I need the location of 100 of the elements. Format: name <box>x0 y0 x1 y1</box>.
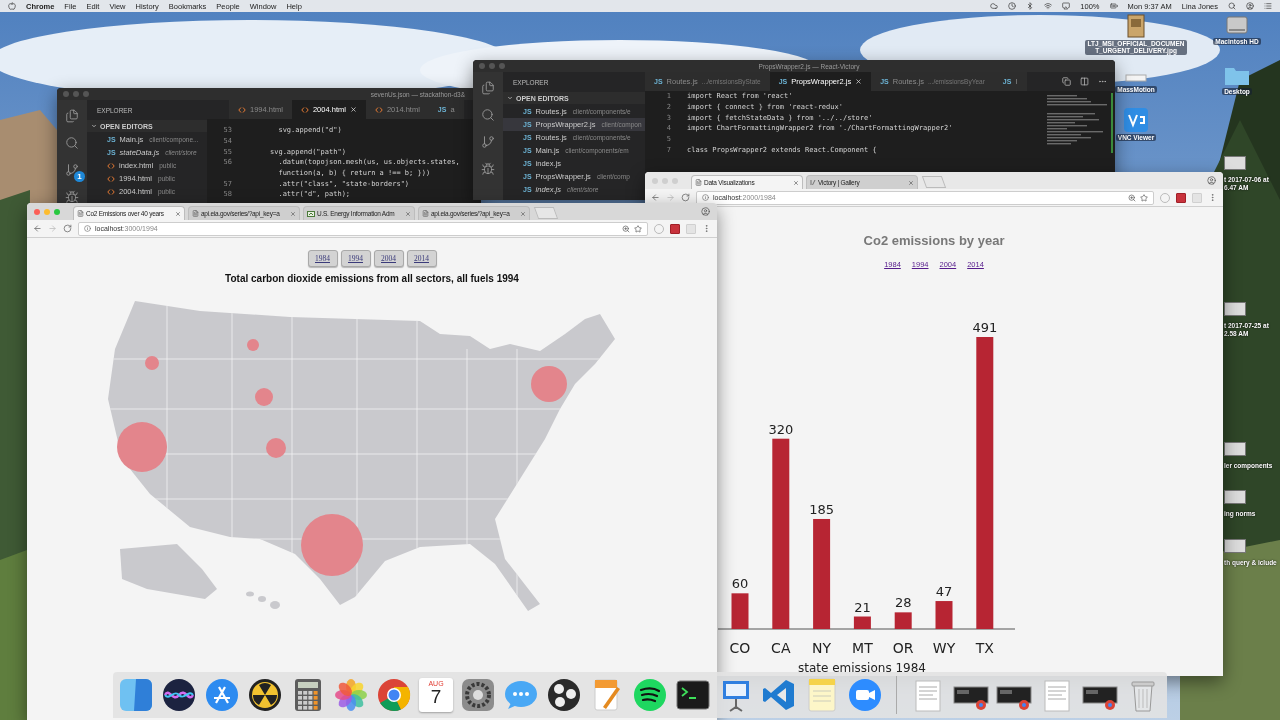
page-icon <box>77 210 84 217</box>
category-label: CA <box>771 640 791 656</box>
page-icon <box>695 179 702 186</box>
voice-assistant-icon[interactable] <box>161 677 197 713</box>
image-file-icon[interactable] <box>1127 14 1145 38</box>
info-icon <box>84 225 91 232</box>
wifi-icon[interactable] <box>1044 2 1053 10</box>
sound-waves-icon[interactable] <box>632 677 668 713</box>
bar <box>935 601 953 629</box>
page-heading: Co2 emissions by year <box>863 233 1005 248</box>
extension-icon[interactable] <box>670 223 680 234</box>
search-icon[interactable] <box>481 108 495 122</box>
apple-icon[interactable] <box>8 2 16 10</box>
extension-icon[interactable] <box>1176 192 1186 203</box>
bar <box>894 612 912 629</box>
more-icon[interactable] <box>1098 77 1107 86</box>
close-icon[interactable] <box>349 106 357 113</box>
category-label: NY <box>812 640 832 656</box>
zoom-button[interactable] <box>83 91 89 97</box>
category-label: WY <box>932 640 956 656</box>
category-label: TX <box>975 640 994 656</box>
files-icon[interactable] <box>65 109 79 123</box>
gear-icon[interactable] <box>460 677 496 713</box>
profile-icon[interactable] <box>1207 176 1216 185</box>
info-icon <box>702 194 709 201</box>
file-manager-icon[interactable] <box>118 677 154 713</box>
cloud-icon[interactable] <box>990 2 999 10</box>
page-heading: Total carbon dioxide emissions from all sectors, all fuels 1994 <box>225 273 519 284</box>
app-icon[interactable] <box>1125 72 1147 84</box>
value-label: 21 <box>854 599 871 615</box>
caret-icon <box>91 123 97 129</box>
menu-icon[interactable] <box>1264 2 1272 10</box>
file-thumbnail[interactable] <box>1224 156 1246 170</box>
branch-icon[interactable] <box>481 135 495 149</box>
star-icon[interactable] <box>634 224 642 233</box>
reload-icon[interactable] <box>63 224 72 233</box>
back-icon[interactable] <box>651 193 660 202</box>
search-icon[interactable] <box>65 136 79 150</box>
category-label: CO <box>729 640 751 656</box>
close-button[interactable] <box>34 208 40 215</box>
split-editor-icon[interactable] <box>1080 77 1089 86</box>
value-label: 28 <box>894 595 912 611</box>
more-icon[interactable] <box>1208 193 1217 202</box>
branch-icon[interactable] <box>65 163 79 177</box>
battery-icon[interactable] <box>1109 2 1118 10</box>
compare-icon[interactable] <box>1062 77 1071 86</box>
radiation-icon[interactable] <box>247 677 283 713</box>
code-icon <box>107 188 115 195</box>
bar <box>731 593 749 629</box>
minimize-button[interactable] <box>73 91 79 97</box>
site-icon <box>307 210 315 217</box>
video-camera-icon[interactable] <box>847 677 883 713</box>
code-icon <box>374 106 383 113</box>
reload-icon[interactable] <box>681 193 690 202</box>
more-icon[interactable] <box>702 224 711 233</box>
back-icon[interactable] <box>33 224 42 233</box>
close-button[interactable] <box>479 63 485 69</box>
code-icon <box>300 106 309 113</box>
bug-icon[interactable] <box>65 190 79 204</box>
file-thumbnail[interactable] <box>1224 302 1246 316</box>
search-icon[interactable] <box>1228 2 1236 10</box>
file-thumbnail[interactable] <box>1224 442 1246 456</box>
profile-icon[interactable] <box>701 207 710 216</box>
airplay-icon[interactable] <box>1062 2 1071 10</box>
browser-icon[interactable] <box>376 677 412 713</box>
file-thumbnail[interactable] <box>1224 490 1246 504</box>
bluetooth-icon[interactable] <box>1026 2 1035 10</box>
calendar-day: 7 <box>430 687 442 706</box>
value-label: 60 <box>731 576 749 592</box>
profile-icon[interactable] <box>1246 2 1254 10</box>
clock-icon[interactable] <box>1008 2 1017 10</box>
terminal-icon[interactable] <box>675 677 711 713</box>
app-store-icon[interactable] <box>204 677 240 713</box>
flower-icon[interactable] <box>333 677 369 713</box>
star-icon[interactable] <box>1140 193 1148 202</box>
value-label: 491 <box>972 320 998 335</box>
value-label: 47 <box>935 584 953 600</box>
hard-drive-icon[interactable] <box>1225 14 1249 36</box>
value-label: 320 <box>768 421 794 437</box>
zoom-icon[interactable] <box>1128 193 1136 202</box>
minimize-button[interactable] <box>489 63 495 69</box>
three-circles-icon[interactable] <box>546 677 582 713</box>
remote-viewer-icon[interactable] <box>1124 108 1148 132</box>
files-icon[interactable] <box>481 81 495 95</box>
page-icon <box>192 210 199 217</box>
bar <box>853 616 871 629</box>
value-label: 185 <box>809 502 834 517</box>
slash-mark-icon <box>810 179 816 186</box>
category-label: OR <box>892 640 914 656</box>
file-thumbnail[interactable] <box>1224 539 1246 553</box>
code-icon <box>107 162 115 169</box>
zoom-icon[interactable] <box>622 224 630 233</box>
caret-icon <box>507 95 513 101</box>
zoom-button[interactable] <box>499 63 505 69</box>
category-label: MT <box>852 640 873 656</box>
close-icon[interactable] <box>855 78 863 85</box>
close-button[interactable] <box>63 91 69 97</box>
axis-title: state emissions 1984 <box>798 661 926 675</box>
code-editor-icon[interactable] <box>761 677 797 713</box>
page-icon <box>422 210 429 217</box>
